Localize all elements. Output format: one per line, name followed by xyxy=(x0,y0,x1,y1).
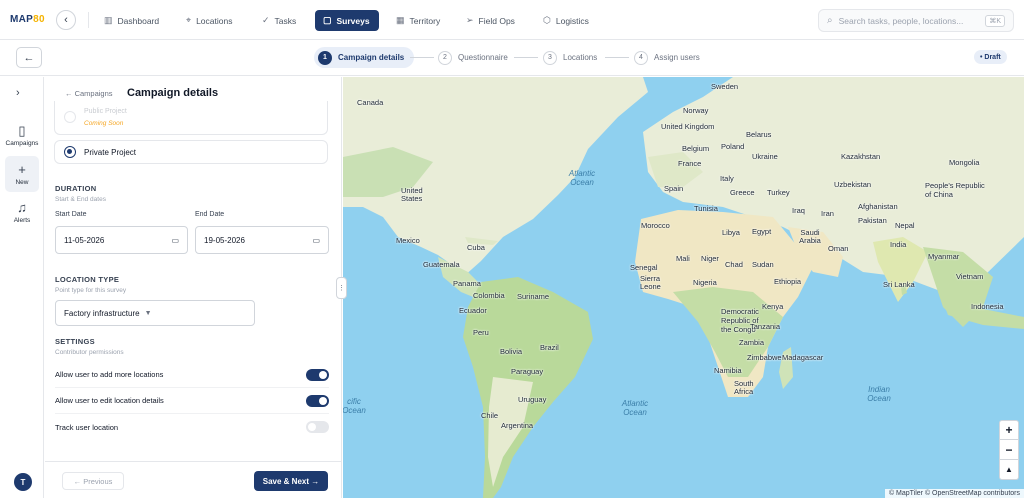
compass-button[interactable]: ▲ xyxy=(999,460,1019,480)
drag-dots-icon: ⋮ xyxy=(338,285,345,292)
chevron-right-icon: › xyxy=(16,87,20,99)
page-title: Campaign details xyxy=(127,87,219,99)
caret-down-icon: ▼ xyxy=(144,309,152,317)
expand-rail-button[interactable]: › xyxy=(16,87,20,99)
duration-title: DURATION xyxy=(55,184,97,193)
map-pin-icon: ⌖ xyxy=(186,15,192,25)
start-date-label: Start Date xyxy=(55,211,87,218)
top-nav-bar: MAP80 ‹ ▥ Dashboard ⌖ Locations ✓ Tasks ▢ Su… xyxy=(0,0,1024,40)
step-connector xyxy=(605,57,629,58)
map-icon: ▦ xyxy=(396,15,405,25)
ocean-label: Atlantic Ocean xyxy=(568,169,596,187)
campaign-form-panel: ← Campaigns Campaign details Public Proj… xyxy=(45,77,342,498)
wizard-stepper: ← 1 Campaign details 2 Questionnaire 3 Loca… xyxy=(0,40,1024,76)
edit-locations-toggle[interactable] xyxy=(306,394,329,407)
back-button[interactable]: ← xyxy=(16,47,42,68)
location-type-title: LOCATION TYPE xyxy=(55,275,120,284)
send-icon: ➢ xyxy=(466,15,474,25)
map-land-layer xyxy=(343,77,1024,498)
end-date-field[interactable]: 19-05-2026 ▭ xyxy=(195,226,329,254)
settings-title: SETTINGS xyxy=(55,337,95,346)
resize-handle[interactable]: ⋮ xyxy=(336,277,347,299)
save-next-button[interactable]: Save & Next → xyxy=(254,471,328,491)
track-location-toggle[interactable] xyxy=(306,421,329,433)
status-badge: • Draft xyxy=(974,50,1007,64)
nav-tasks[interactable]: ✓ Tasks xyxy=(254,10,304,31)
end-date-label: End Date xyxy=(195,211,225,218)
bell-icon: ♫ xyxy=(17,199,27,215)
ocean-label: Atlantic Ocean xyxy=(621,399,649,417)
divider xyxy=(88,12,89,28)
public-project-option[interactable]: Public Project Coming Soon xyxy=(54,101,328,135)
step-campaign-details[interactable]: 1 Campaign details xyxy=(314,47,415,68)
world-map[interactable]: Canada Sweden Norway United Kingdom Bela… xyxy=(343,77,1024,498)
ocean-label: Indian Ocean xyxy=(867,385,891,403)
step-locations[interactable]: 3 Locations xyxy=(543,47,597,68)
step-connector xyxy=(410,57,434,58)
clipboard-icon: ▢ xyxy=(323,15,332,25)
setting-track-location: Track user location xyxy=(55,414,329,440)
nav-field-ops[interactable]: ➢ Field Ops xyxy=(458,10,523,31)
public-radio[interactable] xyxy=(64,111,76,123)
location-type-sub: Point type for this survey xyxy=(55,287,127,294)
previous-button[interactable]: ← Previous xyxy=(62,472,124,490)
zoom-out-button[interactable]: − xyxy=(999,440,1019,460)
location-type-select[interactable]: Factory infrastructure ▼ xyxy=(55,300,255,326)
zoom-in-button[interactable]: + xyxy=(999,420,1019,440)
rail-new[interactable]: + New xyxy=(5,156,39,192)
box-icon: ⬡ xyxy=(543,15,551,25)
step-assign-users[interactable]: 4 Assign users xyxy=(634,47,700,68)
breadcrumb[interactable]: ← Campaigns xyxy=(65,89,113,98)
nav-surveys[interactable]: ▢ Surveys xyxy=(315,10,379,31)
chevron-left-icon: ‹ xyxy=(64,14,68,26)
rail-alerts[interactable]: ♫ Alerts xyxy=(5,194,39,230)
coming-soon-note: Coming Soon xyxy=(84,120,124,127)
start-date-field[interactable]: 11-05-2026 ▭ xyxy=(55,226,188,254)
step-connector xyxy=(514,57,538,58)
collapse-nav-button[interactable]: ‹ xyxy=(56,10,76,30)
setting-add-locations: Allow user to add more locations xyxy=(55,362,329,388)
search-shortcut: ⌘K xyxy=(985,14,1005,27)
plus-icon: + xyxy=(18,161,26,177)
bar-chart-icon: ▥ xyxy=(104,15,113,25)
app-logo[interactable]: MAP80 xyxy=(10,14,45,25)
private-radio[interactable] xyxy=(64,146,76,158)
step-questionnaire[interactable]: 2 Questionnaire xyxy=(438,47,508,68)
nav-dashboard[interactable]: ▥ Dashboard xyxy=(96,10,167,31)
add-locations-toggle[interactable] xyxy=(306,368,329,381)
duration-sub: Start & End dates xyxy=(55,196,106,203)
calendar-icon[interactable]: ▭ xyxy=(171,236,179,245)
search-icon: ⌕ xyxy=(827,15,833,26)
map-attribution[interactable]: © MapTiler © OpenStreetMap contributors xyxy=(884,489,1024,498)
calendar-icon[interactable]: ▭ xyxy=(312,236,320,245)
nav-logistics[interactable]: ⬡ Logistics xyxy=(535,10,597,31)
setting-edit-locations: Allow user to edit location details xyxy=(55,388,329,414)
private-project-option[interactable]: Private Project xyxy=(54,140,328,164)
search-input[interactable]: Search tasks, people, locations... xyxy=(839,16,980,26)
nav-territory[interactable]: ▦ Territory xyxy=(388,10,448,31)
nav-locations[interactable]: ⌖ Locations xyxy=(178,10,240,31)
avatar[interactable]: T xyxy=(14,473,32,491)
left-rail: › ▯ Campaigns + New ♫ Alerts T xyxy=(0,77,44,498)
ocean-label: cific Ocean xyxy=(343,397,366,415)
clipboard-icon: ▯ xyxy=(18,122,26,138)
check-icon: ✓ xyxy=(262,15,270,25)
global-search[interactable]: ⌕ Search tasks, people, locations... ⌘K xyxy=(818,9,1014,32)
settings-sub: Contributor permissions xyxy=(55,349,124,356)
panel-footer: ← Previous Save & Next → xyxy=(45,461,341,498)
rail-campaigns[interactable]: ▯ Campaigns xyxy=(5,117,39,153)
arrow-left-icon: ← xyxy=(23,51,35,64)
